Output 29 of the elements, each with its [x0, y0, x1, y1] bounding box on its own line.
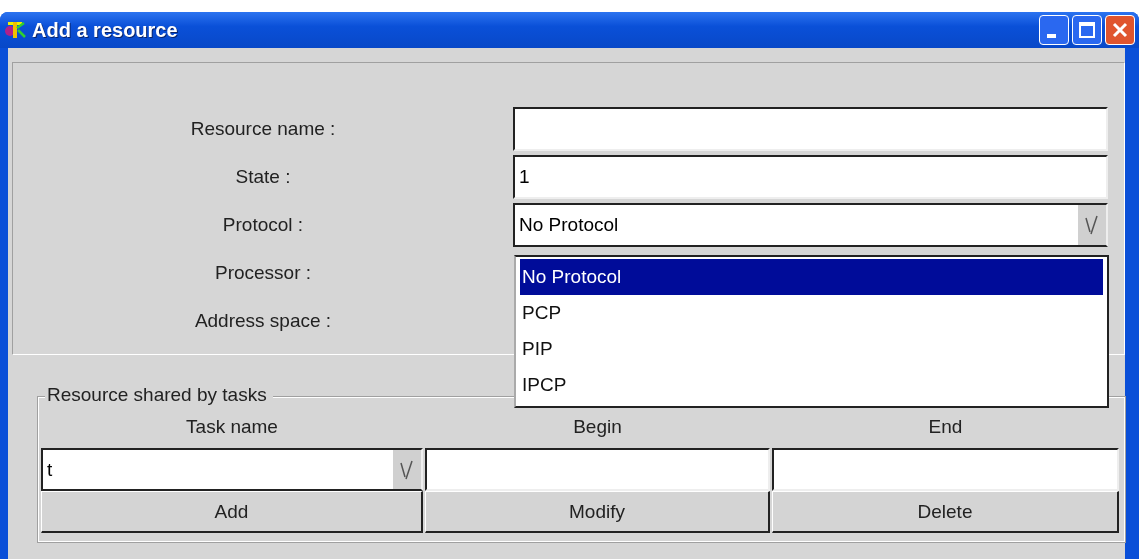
action-button[interactable]: Modify — [425, 491, 770, 533]
end-field[interactable] — [772, 448, 1119, 491]
task-name-combo-box[interactable]: t — [41, 448, 423, 491]
protocol-combo-box[interactable]: No Protocol — [513, 203, 1108, 247]
field-label: Protocol : — [221, 213, 305, 237]
dropdown-option[interactable]: No Protocol — [520, 259, 1103, 295]
field-label: Processor : — [213, 261, 313, 285]
dropdown-option[interactable]: IPCP — [520, 367, 1103, 403]
close-icon — [1111, 21, 1129, 39]
text-field[interactable]: 1 — [513, 155, 1108, 199]
maximize-icon — [1078, 21, 1096, 39]
field-label: Resource name : — [189, 117, 337, 141]
field-label: Address space : — [193, 309, 333, 333]
field-label: State : — [234, 165, 292, 189]
close-button[interactable] — [1105, 15, 1135, 45]
column-header: Task name — [185, 415, 279, 439]
maximize-button[interactable] — [1072, 15, 1102, 45]
begin-field[interactable] — [425, 448, 770, 491]
window-title: Add a resource — [32, 18, 178, 42]
app-icon — [4, 20, 26, 40]
column-header: Begin — [572, 415, 623, 439]
action-button[interactable]: Delete — [772, 491, 1119, 533]
dropdown-option[interactable]: PIP — [520, 331, 1103, 367]
column-header: End — [927, 415, 964, 439]
action-button[interactable]: Add — [41, 491, 423, 533]
minimize-icon — [1046, 34, 1056, 38]
dropdown-option[interactable]: PCP — [520, 295, 1103, 331]
text-field[interactable] — [513, 107, 1108, 151]
minimize-button[interactable] — [1039, 15, 1069, 45]
